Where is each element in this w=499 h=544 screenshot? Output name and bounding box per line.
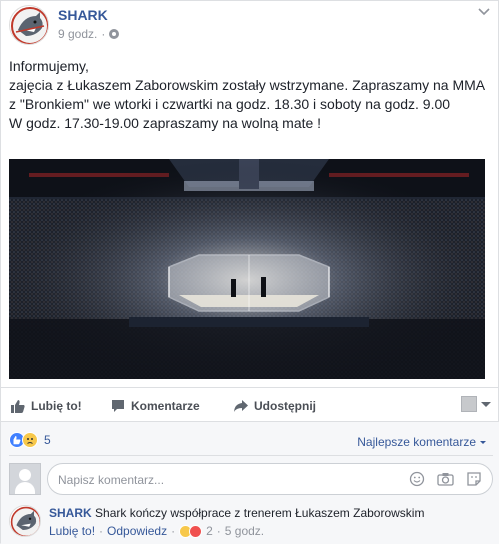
comment-composer: [9, 463, 493, 497]
comment-time[interactable]: 5 godz.: [225, 524, 264, 538]
comment-input[interactable]: [58, 471, 358, 489]
meta-separator: ·: [101, 27, 106, 41]
post-as-selector[interactable]: [461, 396, 491, 412]
like-label: Lubię to!: [31, 399, 82, 413]
sad-reaction-icon: [22, 432, 38, 448]
comment-actions: Lubię to! · Odpowiedz · 2 · 5 godz.: [49, 524, 264, 538]
avatar: [461, 396, 477, 412]
post-actions: Lubię to! Komentarze Udostępnij: [9, 393, 493, 421]
camera-icon[interactable]: [437, 471, 454, 487]
comment-separator: ·: [171, 524, 176, 538]
globe-icon: [109, 29, 120, 39]
thumbs-up-icon: [11, 400, 25, 413]
comment-author-link[interactable]: SHARK: [49, 506, 92, 520]
divider: [9, 455, 493, 456]
post-card: SHARK 9 godz. · Informujemy, zajęcia z Ł…: [0, 0, 499, 544]
sort-label: Najlepsze komentarze: [357, 435, 476, 449]
post-text-line: zajęcia z Łukaszem Zaborowskim zostały w…: [9, 77, 485, 112]
comment-reaction-count: 2: [206, 524, 213, 538]
comment-reactions[interactable]: 2: [179, 524, 213, 538]
share-arrow-icon: [234, 400, 248, 412]
comment-label: Komentarze: [131, 399, 200, 413]
comment-button[interactable]: Komentarze: [111, 399, 200, 413]
caret-down-icon: [481, 401, 491, 407]
sticker-icon[interactable]: [466, 471, 482, 487]
reaction-summary[interactable]: 5: [9, 432, 51, 448]
user-avatar[interactable]: [9, 463, 41, 495]
chevron-down-icon[interactable]: [477, 5, 491, 19]
post-time[interactable]: 9 godz.: [58, 27, 97, 41]
sort-comments-dropdown[interactable]: Najlepsze komentarze: [357, 435, 486, 449]
comment-separator: ·: [99, 524, 104, 538]
share-button[interactable]: Udostępnij: [233, 399, 316, 413]
comment-text: Shark kończy współprace z trenerem Łukas…: [95, 506, 425, 520]
page-avatar[interactable]: [9, 5, 49, 45]
emoji-icon[interactable]: [409, 471, 425, 487]
reaction-count: 5: [44, 433, 51, 447]
page-name-link[interactable]: SHARK: [58, 7, 108, 23]
post-meta: 9 godz. ·: [58, 27, 120, 41]
comments-section: 5 Najlepsze komentarze Napisz komentarz.…: [1, 422, 499, 544]
comment-separator: ·: [216, 524, 221, 538]
share-label: Udostępnij: [254, 399, 316, 413]
comment-item: SHARK Shark kończy współprace z trenerem…: [9, 503, 493, 543]
comment-input-wrapper[interactable]: [47, 463, 493, 495]
post-header: SHARK 9 godz. ·: [9, 5, 493, 45]
comment-body: SHARK Shark kończy współprace z trenerem…: [49, 505, 424, 521]
composer-icons: [409, 471, 482, 487]
comment-bubble-icon: [112, 400, 124, 412]
post-text-line: W godz. 17.30-19.00 zapraszamy na wolną …: [9, 115, 322, 131]
like-button[interactable]: Lubię to!: [11, 399, 82, 413]
post-text-line: Informujemy,: [9, 58, 89, 74]
angry-reaction-icon: [189, 524, 203, 538]
caret-down-icon: [480, 440, 486, 444]
comment-like-link[interactable]: Lubię to!: [49, 524, 95, 538]
post-text: Informujemy, zajęcia z Łukaszem Zaborows…: [9, 57, 493, 133]
comment-reply-link[interactable]: Odpowiedz: [107, 524, 167, 538]
post-image-arena[interactable]: [9, 159, 485, 379]
divider: [1, 387, 499, 388]
comment-author-avatar[interactable]: [9, 505, 41, 537]
